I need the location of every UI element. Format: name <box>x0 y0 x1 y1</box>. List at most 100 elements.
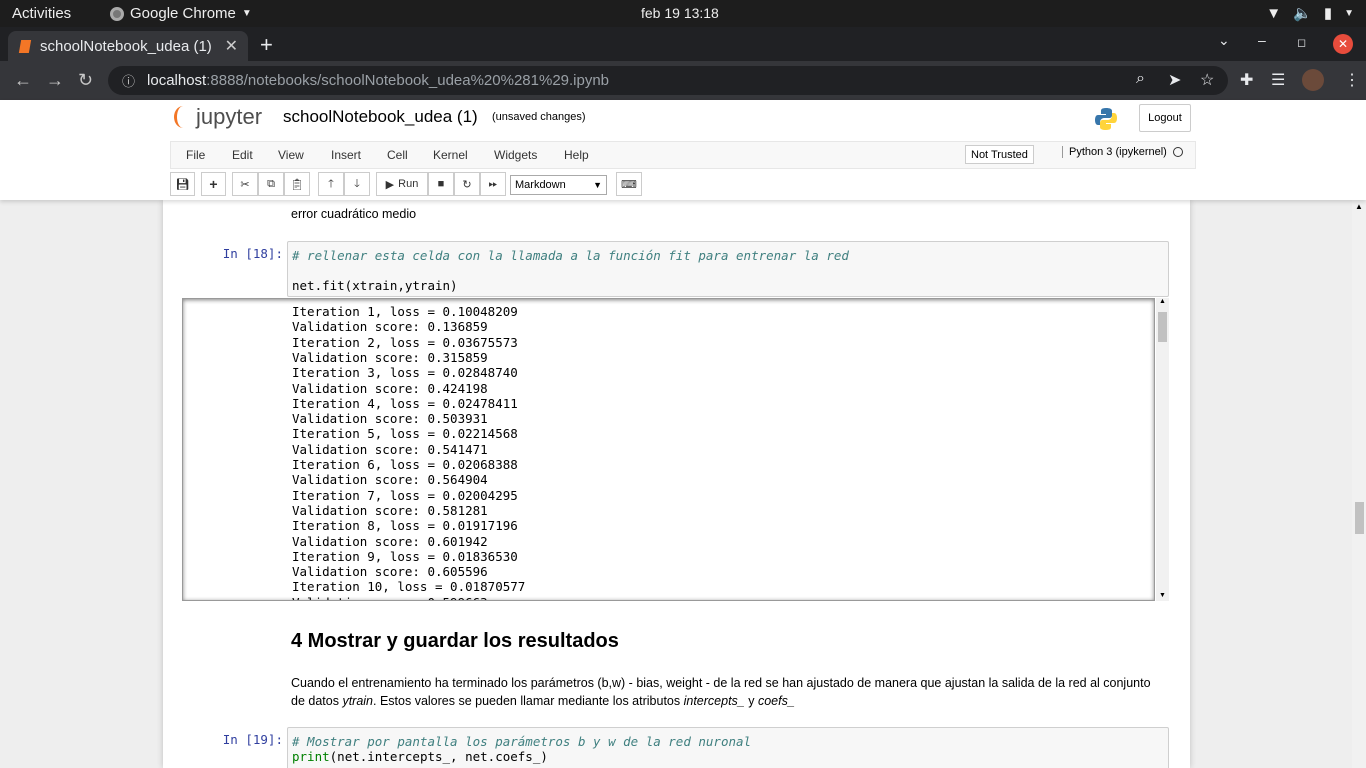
output-line: Iteration 1, loss = 0.10048209 <box>292 304 518 319</box>
clock[interactable]: feb 19 13:18 <box>641 5 719 21</box>
run-button[interactable]: ▶ Run <box>376 172 428 196</box>
restore-icon[interactable]: ◻ <box>1297 36 1306 49</box>
scroll-thumb[interactable] <box>1355 502 1364 534</box>
trust-status-button[interactable]: Not Trusted <box>965 145 1034 164</box>
battery-icon: ▮ <box>1323 5 1333 22</box>
output-line: Iteration 9, loss = 0.01836530 <box>292 548 518 564</box>
output-line: Iteration 5, loss = 0.02214568 <box>292 426 518 442</box>
output-scrollbar[interactable]: ▲ ▼ <box>1156 298 1169 601</box>
interrupt-button[interactable]: ■ <box>428 172 454 196</box>
code-line: print(net.intercepts_, net.coefs_) <box>292 749 548 764</box>
menu-view[interactable]: View <box>278 148 304 162</box>
page-scrollbar[interactable]: ▲ <box>1352 200 1366 768</box>
chevron-down-icon: ▼ <box>593 180 602 190</box>
code-cell-input[interactable]: # Mostrar por pantalla los parámetros b … <box>287 727 1169 768</box>
extensions-icon[interactable]: ✚ <box>1240 70 1253 90</box>
copy-button[interactable]: ⧉ <box>258 172 284 196</box>
cell-type-select[interactable]: Markdown ▼ <box>510 175 607 195</box>
output-line: Iteration 4, loss = 0.02478411 <box>292 395 518 411</box>
forward-icon[interactable]: → <box>46 70 64 91</box>
cell-prompt: In [19]: <box>222 732 283 747</box>
chrome-menu-icon[interactable]: ⋮ <box>1344 70 1360 90</box>
insert-cell-button[interactable]: + <box>201 172 226 196</box>
paste-icon: 📋︎ <box>290 178 304 191</box>
move-up-button[interactable]: 🡑 <box>318 172 344 196</box>
restart-button[interactable]: ↻ <box>454 172 480 196</box>
tab-strip: schoolNotebook_udea (1) ✕ <box>0 27 1366 61</box>
logout-button[interactable]: Logout <box>1139 104 1191 132</box>
scissors-icon: ✂ <box>240 178 250 191</box>
scroll-thumb[interactable] <box>1158 312 1167 342</box>
scroll-up-icon[interactable]: ▲ <box>1159 298 1166 305</box>
jupyter-favicon-icon <box>18 39 32 53</box>
arrow-down-icon: 🡓 <box>354 177 360 190</box>
media-control-icon[interactable]: ☰ <box>1271 70 1285 90</box>
restart-icon: ↻ <box>462 178 472 191</box>
kernel-idle-icon <box>1172 147 1183 157</box>
chevron-down-icon: ▼ <box>241 8 252 19</box>
paragraph-line: Cuando el entrenamiento ha terminado los… <box>291 676 1151 690</box>
scroll-up-icon[interactable]: ▲ <box>1355 202 1363 211</box>
browser-tab[interactable]: schoolNotebook_udea (1) ✕ <box>8 31 248 61</box>
send-icon[interactable]: ➤ <box>1168 70 1181 90</box>
address-bar[interactable]: ⓘ localhost:8888/notebooks/schoolNoteboo… <box>108 66 1228 95</box>
menu-cell[interactable]: Cell <box>387 148 408 162</box>
notebook-container: error cuadrático medio In [18]: # rellen… <box>163 200 1190 768</box>
cell-prompt: In [18]: <box>222 246 283 261</box>
close-tab-icon[interactable]: ✕ <box>225 36 238 56</box>
cell-output-area[interactable]: Iteration 1, loss = 0.10048209 Validation… <box>182 298 1155 601</box>
output-line: Validation score: 0.503931 <box>292 411 488 427</box>
paragraph-line: de datos ytrain. Estos valores se pueden… <box>291 694 795 708</box>
close-window-icon[interactable]: ✕ <box>1333 34 1353 54</box>
output-line: Validation score: 0.424198 <box>292 380 488 396</box>
info-icon: ⓘ <box>122 74 136 89</box>
chrome-icon <box>110 6 124 21</box>
app-name: Google Chrome <box>130 5 236 22</box>
output-line: Validation score: 0.541471 <box>292 441 488 457</box>
restart-run-all-button[interactable]: ⏩︎ <box>480 172 506 196</box>
output-line: Validation score: 0.601942 <box>292 533 488 549</box>
app-menu[interactable]: Google Chrome ▼ <box>110 5 252 22</box>
menu-help[interactable]: Help <box>564 148 589 162</box>
tab-search-icon[interactable]: ⌄ <box>1218 32 1230 49</box>
reload-icon[interactable]: ↻ <box>78 70 93 91</box>
new-tab-icon[interactable]: + <box>260 32 273 58</box>
jupyter-logo-icon <box>174 106 192 128</box>
menu-kernel[interactable]: Kernel <box>433 148 468 162</box>
menu-widgets[interactable]: Widgets <box>494 148 537 162</box>
output-line: Iteration 10, loss = 0.01870577 <box>292 579 526 595</box>
cut-button[interactable]: ✂ <box>232 172 258 196</box>
minimize-icon[interactable]: – <box>1258 32 1266 48</box>
menu-file[interactable]: File <box>186 148 205 162</box>
output-line: Iteration 3, loss = 0.02848740 <box>292 365 518 381</box>
code-comment: # Mostrar por pantalla los parámetros b … <box>292 734 752 749</box>
scroll-down-icon[interactable]: ▼ <box>1159 592 1166 599</box>
section-heading: 4 Mostrar y guardar los resultados <box>291 630 619 652</box>
copy-icon: ⧉ <box>267 177 275 190</box>
paste-button[interactable]: 📋︎ <box>284 172 310 196</box>
output-line: Validation score: 0.599663 <box>292 595 488 600</box>
move-down-button[interactable]: 🡓 <box>344 172 370 196</box>
back-icon[interactable]: ← <box>14 70 32 91</box>
output-line: Iteration 2, loss = 0.03675573 <box>292 334 518 350</box>
markdown-text: error cuadrático medio <box>291 207 417 221</box>
command-palette-button[interactable]: ⌨ <box>616 172 642 196</box>
code-cell-input[interactable]: # rellenar esta celda con la llamada a l… <box>287 241 1169 297</box>
bookmark-star-icon[interactable]: ☆ <box>1200 70 1214 90</box>
menu-insert[interactable]: Insert <box>331 148 361 162</box>
browser-toolbar: ← → ↻ ⓘ localhost:8888/notebooks/schoolN… <box>0 61 1366 100</box>
zoom-icon[interactable]: ⌕ <box>1136 70 1145 88</box>
kernel-name: Python 3 (ipykernel) <box>1069 146 1167 158</box>
menu-edit[interactable]: Edit <box>232 148 253 162</box>
profile-avatar[interactable] <box>1302 69 1324 91</box>
notebook-title[interactable]: schoolNotebook_udea (1) <box>283 107 478 127</box>
activities-button[interactable]: Activities <box>12 5 71 22</box>
jupyter-logo[interactable]: jupyter <box>174 104 262 130</box>
save-button[interactable]: 💾︎ <box>170 172 195 196</box>
output-line: Validation score: 0.605596 <box>292 564 488 580</box>
system-tray[interactable]: ▼ 🔈 ▮ ▼ <box>1266 4 1354 23</box>
kernel-indicator[interactable]: Python 3 (ipykernel) <box>1062 146 1183 158</box>
output-line: Iteration 8, loss = 0.01917196 <box>292 518 518 534</box>
url-text: localhost:8888/notebooks/schoolNotebook_… <box>147 72 610 89</box>
code-line: net.fit(xtrain,ytrain) <box>292 278 458 293</box>
